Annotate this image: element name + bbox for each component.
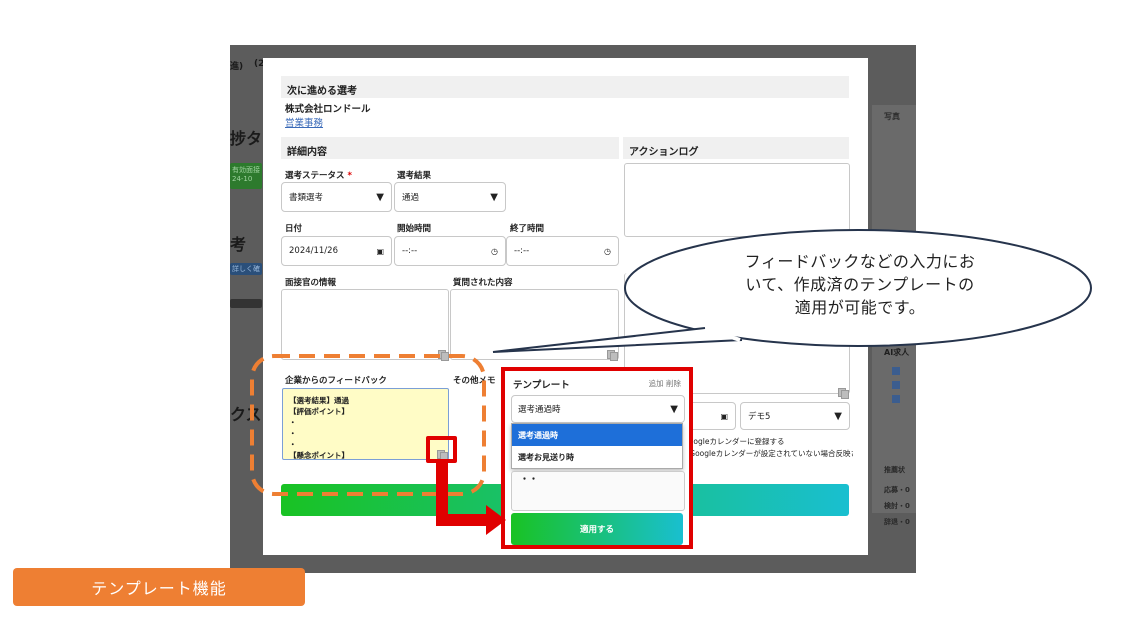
template-option[interactable]: 選考お見送り時 (512, 446, 682, 468)
chevron-down-icon: ▼ (670, 403, 678, 415)
bg-text: 写真 (884, 112, 900, 121)
action-log-header: アクションログ (623, 137, 849, 159)
interviewer-textarea[interactable] (281, 289, 449, 360)
copy-icon[interactable] (607, 350, 618, 361)
end-time-input[interactable]: --:-- ◷ (506, 236, 619, 266)
copy-icon[interactable] (838, 388, 849, 399)
template-add-button[interactable]: 追加 (649, 379, 664, 388)
questions-label: 質問された内容 (453, 278, 513, 288)
copy-icon[interactable] (438, 350, 449, 361)
bg-link-badge: 詳しく確 (230, 263, 262, 275)
company-name: 株式会社ロンドール (285, 104, 371, 115)
other-memo-label: その他メモ (453, 376, 496, 386)
date-input[interactable]: 2024/11/26 ▣ (281, 236, 392, 266)
bg-text: AI求人 (884, 348, 910, 357)
bg-text: 進) (230, 62, 244, 72)
result-select[interactable]: 通過 ▼ (394, 182, 506, 212)
bg-status-badge: 有効面接 24-10 (230, 163, 262, 189)
end-time-label: 終了時間 (510, 224, 545, 234)
bg-checkbox (892, 395, 900, 403)
bg-text: 考 (230, 235, 247, 254)
action-log-area[interactable] (624, 163, 850, 237)
start-time-label: 開始時間 (397, 224, 432, 234)
template-panel: テンプレート 追加 削除 選考通過時 ▼ 選考通過時 選考お見送り時 ・・ 適用す… (501, 367, 693, 549)
interviewer-label: 面接官の情報 (285, 278, 337, 288)
job-link[interactable]: 営業事務 (285, 115, 323, 129)
calendar-icon: ▣ (720, 411, 728, 421)
feedback-textarea[interactable]: 【選考結果】通過 【評価ポイント】 ・ ・ ・ 【懸念ポイント】 (282, 388, 449, 460)
apply-template-button[interactable]: 適用する (511, 513, 683, 545)
feature-caption: テンプレート機能 (13, 568, 305, 606)
template-actions: 追加 削除 (649, 378, 681, 389)
template-dropdown: 選考通過時 選考お見送り時 (511, 423, 683, 469)
status-select[interactable]: 書類選考 ▼ (281, 182, 392, 212)
clock-icon: ◷ (491, 246, 498, 256)
questions-textarea[interactable] (450, 289, 619, 360)
slide: 進) (2 捗タ 有効面接 24-10 考 詳しく確 クス 写真 AI求人 推薦… (0, 0, 1144, 625)
template-option[interactable]: 選考通過時 (512, 424, 682, 446)
bg-dark-badge (230, 299, 262, 308)
template-preview: ・・ (511, 471, 685, 511)
template-title: テンプレート (513, 380, 570, 391)
template-delete-button[interactable]: 削除 (666, 379, 681, 388)
bg-text: 推薦状 (884, 466, 905, 474)
calendar-icon: ▣ (376, 246, 384, 256)
result-label: 選考結果 (397, 171, 432, 181)
bg-text: 応募・0 (884, 486, 910, 494)
status-label: 選考ステータス * (285, 171, 352, 181)
clock-icon: ◷ (604, 246, 611, 256)
chevron-down-icon: ▼ (376, 191, 384, 203)
bg-text: 辞退・0 (884, 518, 910, 526)
next-selection-header: 次に進める選考 (281, 76, 849, 98)
calendar-note: ※Googleカレンダーが設定されていない場合反映され (683, 449, 853, 458)
chevron-down-icon: ▼ (490, 191, 498, 203)
chevron-down-icon: ▼ (834, 410, 842, 422)
date-label: 日付 (285, 224, 303, 234)
calendar-register-checkbox[interactable]: Googleカレンダーに登録する (683, 436, 784, 447)
detail-header: 詳細内容 (281, 137, 619, 159)
bg-checkbox (892, 381, 900, 389)
bg-text: 捗タ (230, 129, 263, 148)
bg-text: 検討・0 (884, 502, 910, 510)
start-time-input[interactable]: --:-- ◷ (394, 236, 506, 266)
demo-select[interactable]: デモ5 ▼ (740, 402, 850, 430)
callout-text: フィードバックなどの入力にお いて、作成済のテンプレートの 適用が可能です。 (744, 252, 976, 317)
copy-icon-highlight (426, 436, 457, 463)
template-select[interactable]: 選考通過時 ▼ (511, 395, 685, 423)
bg-checkbox (892, 367, 900, 375)
feedback-label: 企業からのフィードバック (285, 376, 387, 386)
bg-text: クス (230, 405, 262, 424)
